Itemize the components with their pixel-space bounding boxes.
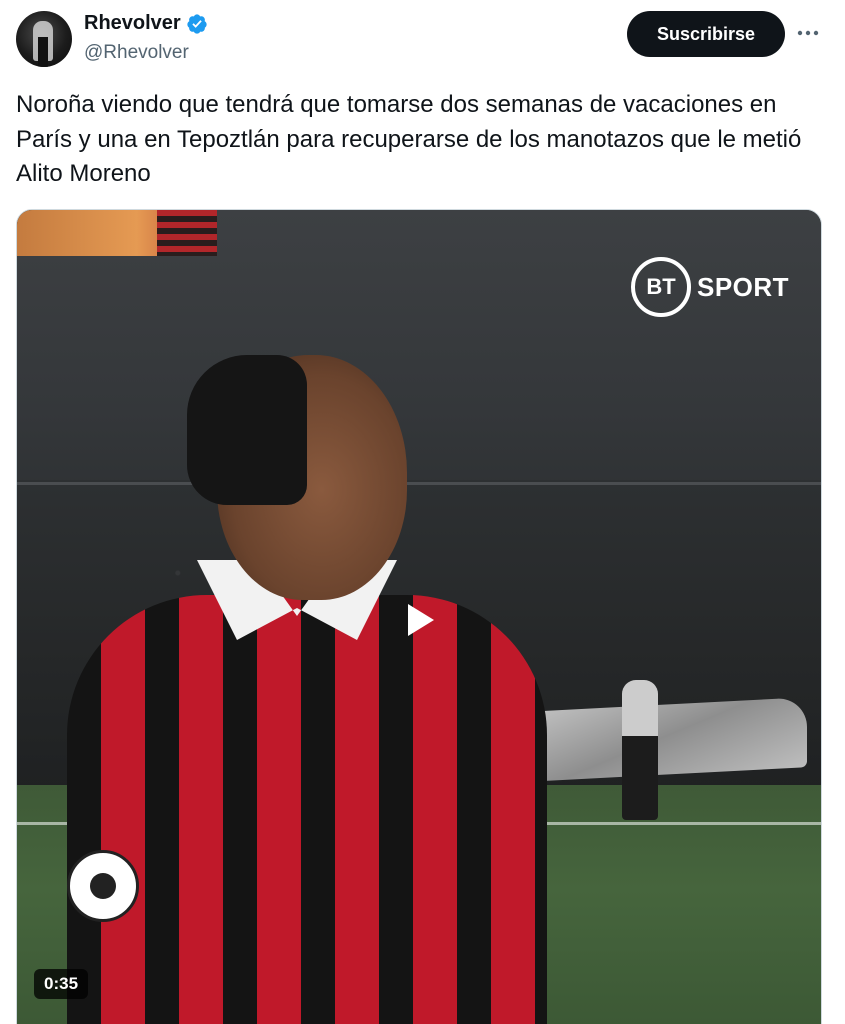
player-bandana — [187, 355, 307, 505]
bt-logo-circle: BT — [631, 257, 691, 317]
author-handle[interactable]: @Rhevolver — [84, 42, 189, 64]
tweet: Rhevolver @Rhevolver Suscribirse Noroña … — [0, 0, 845, 1024]
play-icon — [408, 604, 434, 636]
player-jersey — [67, 595, 547, 1024]
author-display-name[interactable]: Rhevolver — [84, 12, 181, 35]
subscribe-button[interactable]: Suscribirse — [627, 11, 785, 57]
video-duration: 0:35 — [34, 969, 89, 999]
champions-league-badge-icon — [67, 850, 139, 922]
verified-badge-icon — [187, 13, 207, 34]
more-dots-icon — [797, 30, 819, 36]
bt-logo-text: SPORT — [697, 271, 790, 302]
steward-figure — [622, 680, 658, 820]
video-player[interactable]: BT SPORT 0:35 — [16, 209, 822, 1024]
more-options-button[interactable] — [790, 18, 826, 48]
play-button[interactable] — [395, 594, 447, 646]
avatar-figure-shadow — [38, 37, 48, 67]
stadium-scoreboard — [17, 210, 217, 256]
tweet-text: Noroña viendo que tendrá que tomarse dos… — [16, 91, 802, 187]
player-figure — [57, 355, 557, 1024]
author-name-row: Rhevolver — [84, 12, 208, 35]
author-avatar[interactable] — [16, 11, 72, 67]
bt-sport-logo: BT SPORT — [631, 257, 789, 317]
